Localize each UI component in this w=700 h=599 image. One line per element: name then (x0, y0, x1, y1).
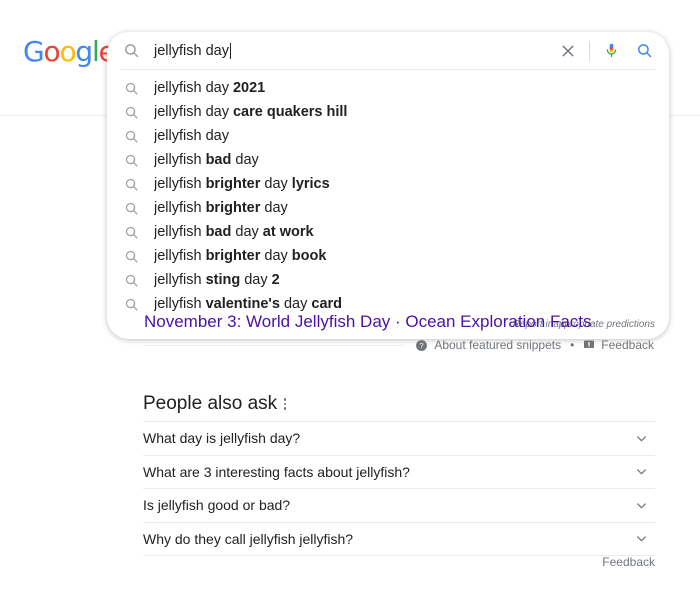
question-label: Is jellyfish good or bad? (143, 497, 291, 514)
svg-text:?: ? (420, 341, 424, 350)
snippet-footer: ? About featured snippets • Feedback (144, 338, 654, 352)
microphone-icon[interactable] (597, 37, 625, 65)
help-circle-icon: ? (415, 339, 428, 352)
suggestion-label: jellyfish bad day at work (154, 224, 314, 240)
about-featured-snippets-link[interactable]: ? About featured snippets (415, 338, 561, 352)
question-label: What are 3 interesting facts about jelly… (143, 463, 410, 480)
search-input-value: jellyfish day (154, 42, 229, 59)
google-logo[interactable]: Google (23, 35, 116, 68)
suggestion-item[interactable]: jellyfish bad day (107, 148, 669, 172)
search-icon (121, 78, 141, 98)
actions-divider (589, 40, 590, 61)
suggestion-label: jellyfish brighter day (154, 200, 288, 216)
dot (283, 398, 287, 401)
suggestion-item[interactable]: jellyfish brighter day lyrics (107, 172, 669, 196)
feedback-link[interactable]: Feedback (602, 555, 655, 569)
more-options-icon[interactable] (276, 394, 294, 414)
search-icon (121, 41, 141, 61)
close-icon[interactable] (554, 37, 582, 65)
dot (283, 402, 287, 406)
people-also-ask-list: What day is jellyfish day? What are 3 int… (143, 421, 655, 556)
search-actions (554, 37, 661, 65)
suggestion-item[interactable]: jellyfish sting day 2 (107, 268, 669, 292)
suggestion-label: jellyfish bad day (154, 152, 259, 168)
search-bar[interactable]: jellyfish day (107, 32, 669, 69)
dot (283, 407, 287, 410)
logo-letter-g2: g (75, 35, 93, 68)
search-icon (121, 174, 141, 194)
suggestion-label: jellyfish brighter day lyrics (154, 176, 330, 192)
result-title-link[interactable]: November 3: World Jellyfish Day · Ocean … (144, 311, 592, 333)
search-icon (121, 270, 141, 290)
suggestion-item[interactable]: jellyfish day (107, 124, 669, 148)
logo-letter-o2: o (59, 35, 76, 68)
about-featured-snippets-label: About featured snippets (434, 338, 562, 352)
suggestion-label: jellyfish day 2021 (154, 80, 266, 96)
suggestion-item[interactable]: jellyfish brighter day (107, 196, 669, 220)
people-also-ask-item[interactable]: What day is jellyfish day? (143, 421, 655, 455)
footer-separator: • (570, 338, 575, 352)
search-submit-icon[interactable] (630, 37, 658, 65)
chevron-down-icon[interactable] (631, 529, 651, 549)
snippet-rule (144, 344, 404, 346)
suggestion-item[interactable]: jellyfish bad day at work (107, 220, 669, 244)
people-also-ask-item[interactable]: Why do they call jellyfish jellyfish? (143, 521, 655, 556)
search-icon (121, 222, 141, 242)
people-also-ask-item[interactable]: Is jellyfish good or bad? (143, 488, 655, 522)
suggestion-label: jellyfish day care quakers hill (154, 104, 348, 120)
question-label: What day is jellyfish day? (143, 430, 301, 447)
logo-letter-l: l (91, 35, 100, 68)
search-area: jellyfish day jellyfish day 2021 jellyfi… (107, 32, 669, 339)
search-icon (121, 126, 141, 146)
question-label: Why do they call jellyfish jellyfish? (143, 530, 354, 547)
suggestion-label: jellyfish sting day 2 (154, 272, 280, 288)
chevron-down-icon[interactable] (631, 428, 651, 448)
logo-letter-o1: o (43, 35, 61, 68)
text-cursor (229, 42, 231, 59)
suggestion-label: jellyfish brighter day book (154, 248, 327, 264)
feedback-icon (583, 339, 595, 351)
search-icon (121, 150, 141, 170)
people-also-ask-heading: People also ask (143, 393, 278, 414)
snippet-feedback-link[interactable]: Feedback (583, 338, 654, 352)
snippet-feedback-label: Feedback (601, 338, 654, 352)
suggestions-list: jellyfish day 2021 jellyfish day care qua… (107, 70, 669, 316)
chevron-down-icon[interactable] (631, 495, 651, 515)
search-input[interactable]: jellyfish day (154, 41, 554, 61)
search-surface: jellyfish day jellyfish day 2021 jellyfi… (107, 32, 669, 339)
search-icon (121, 102, 141, 122)
chevron-down-icon[interactable] (631, 462, 651, 482)
search-icon (121, 294, 141, 314)
suggestion-item[interactable]: jellyfish day 2021 (107, 76, 669, 100)
people-also-ask-item[interactable]: What are 3 interesting facts about jelly… (143, 454, 655, 489)
logo-letter-g1: G (23, 35, 45, 68)
suggestion-label: jellyfish day (154, 128, 229, 144)
google-search-page: Google jellyfish day (0, 0, 700, 599)
suggestion-item[interactable]: jellyfish day care quakers hill (107, 100, 669, 124)
suggestion-item[interactable]: jellyfish brighter day book (107, 244, 669, 268)
search-icon (121, 246, 141, 266)
people-also-ask-feedback: Feedback (143, 555, 655, 569)
search-icon (121, 198, 141, 218)
